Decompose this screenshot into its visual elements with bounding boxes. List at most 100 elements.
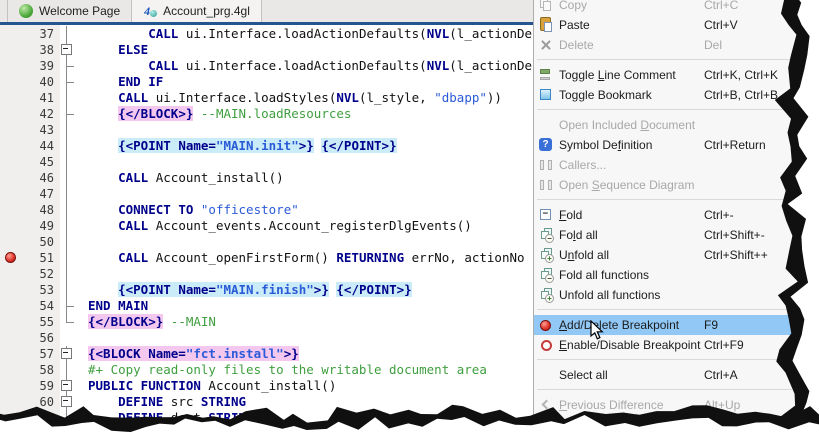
line-number[interactable]: 48	[0, 202, 60, 218]
code-line[interactable]	[88, 186, 533, 202]
code-line[interactable]	[88, 266, 533, 282]
menu-item-add-delete-breakpoint[interactable]: Add/Delete Breakpoint F9	[534, 315, 795, 335]
menu-separator	[534, 195, 795, 205]
menu-item-enable-disable-breakpoint[interactable]: Enable/Disable Breakpoint Ctrl+F9	[534, 335, 795, 355]
line-number[interactable]: 59	[0, 378, 60, 394]
line-number[interactable]: 44	[0, 138, 60, 154]
line-number[interactable]: 51	[0, 250, 60, 266]
line-number[interactable]: 60	[0, 394, 60, 410]
fold-cell	[60, 170, 88, 186]
menu-item-toggle-line-comment[interactable]: Toggle Line Comment Ctrl+K, Ctrl+K	[534, 65, 795, 85]
line-number[interactable]: 56	[0, 330, 60, 346]
fold-cell	[60, 234, 88, 250]
fold-cell	[60, 202, 88, 218]
menu-item-label: Fold all functions	[559, 268, 650, 282]
line-number[interactable]: 61	[0, 410, 60, 426]
code-line[interactable]: PUBLIC FUNCTION Account_install()	[88, 378, 533, 394]
line-number[interactable]: 41	[0, 90, 60, 106]
line-number[interactable]: 43	[0, 122, 60, 138]
fold-toggle-icon[interactable]	[61, 348, 72, 359]
fold-toggle-icon[interactable]	[61, 44, 72, 55]
line-number[interactable]: 39	[0, 58, 60, 74]
fold-cell	[60, 298, 88, 314]
menu-item-label: Add/Delete Breakpoint	[559, 318, 680, 332]
code-line[interactable]: DEFINE dest STRING	[88, 410, 533, 426]
fold-cell	[60, 26, 88, 42]
menu-item-unfold-all-functions[interactable]: + Unfold all functions	[534, 285, 795, 305]
menu-item-label: Open Included Document	[559, 118, 696, 132]
menu-item-copy: Copy Ctrl+C	[534, 0, 795, 15]
line-number[interactable]: 47	[0, 186, 60, 202]
menu-separator	[534, 385, 795, 395]
code-line[interactable]: {<BLOCK Name="fct.install">}	[88, 346, 533, 362]
menu-item-unfold-all[interactable]: + Unfold all Ctrl+Shift++	[534, 245, 795, 265]
breakpoint-dot[interactable]	[5, 252, 16, 263]
menu-item-label: Fold	[559, 208, 583, 222]
bp-outline-icon	[538, 335, 556, 355]
symbol-icon: ?	[538, 135, 556, 155]
code-line[interactable]: {<POINT Name="MAIN.finish">} {</POINT>}	[88, 282, 533, 298]
line-number[interactable]: 52	[0, 266, 60, 282]
code-area[interactable]: CALL ui.Interface.loadActionDefaults(NVL…	[88, 25, 533, 426]
code-line[interactable]: #+ Copy read-only files to the writable …	[88, 362, 533, 378]
line-number[interactable]: 38	[0, 42, 60, 58]
menu-shortcut: Ctrl+A	[704, 368, 738, 382]
code-line[interactable]: CALL ui.Interface.loadStyles(NVL(l_style…	[88, 90, 533, 106]
callers-icon	[538, 155, 556, 175]
code-line[interactable]: {</BLOCK>} --MAIN.loadResources	[88, 106, 533, 122]
fold-toggle-icon[interactable]	[61, 396, 72, 407]
line-number[interactable]: 42	[0, 106, 60, 122]
code-line[interactable]: ELSE	[88, 42, 533, 58]
code-line[interactable]	[88, 234, 533, 250]
line-number[interactable]: 37	[0, 26, 60, 42]
menu-item-fold-all-functions[interactable]: − Fold all functions	[534, 265, 795, 285]
code-line[interactable]	[88, 330, 533, 346]
fold-toggle-icon[interactable]	[61, 380, 72, 391]
menu-item-toggle-bookmark[interactable]: Toggle Bookmark Ctrl+B, Ctrl+B	[534, 85, 795, 105]
menu-item-callers: Callers...	[534, 155, 795, 175]
4gl-file-icon: 4	[143, 4, 158, 18]
code-line[interactable]: CALL ui.Interface.loadActionDefaults(NVL…	[88, 26, 533, 42]
code-line[interactable]: DEFINE src STRING	[88, 394, 533, 410]
fold-cell	[60, 74, 88, 90]
unfold-all-icon: +	[538, 285, 556, 305]
menu-item-fold-all[interactable]: − Fold all Ctrl+Shift+-	[534, 225, 795, 245]
code-line[interactable]: END MAIN	[88, 298, 533, 314]
line-number[interactable]: 57	[0, 346, 60, 362]
tab-welcome-page[interactable]: Welcome Page	[7, 0, 133, 22]
code-editor: Welcome Page 4 Account_prg.4gl 37 38 39 40 4…	[0, 0, 533, 436]
menu-item-select-all[interactable]: Select all Ctrl+A	[534, 365, 795, 385]
menu-item-paste[interactable]: Paste Ctrl+V	[534, 15, 795, 35]
code-line[interactable]	[88, 154, 533, 170]
line-number[interactable]: 53	[0, 282, 60, 298]
menu-item-symbol-definition[interactable]: ? Symbol Definition Ctrl+Return	[534, 135, 795, 155]
line-number[interactable]: 58	[0, 362, 60, 378]
menu-item-label: Symbol Definition	[559, 138, 653, 152]
line-number[interactable]: 45	[0, 154, 60, 170]
line-number[interactable]: 49	[0, 218, 60, 234]
menu-item-fold[interactable]: − Fold Ctrl+-	[534, 205, 795, 225]
menu-item-previous-difference: Previous Difference Alt+Up	[534, 395, 795, 415]
line-number[interactable]: 46	[0, 170, 60, 186]
code-line[interactable]: {</BLOCK>} --MAIN	[88, 314, 533, 330]
tab-account-prg-4gl[interactable]: 4 Account_prg.4gl	[131, 0, 262, 22]
code-line[interactable]	[88, 122, 533, 138]
line-number[interactable]: 55	[0, 314, 60, 330]
code-line[interactable]: {<POINT Name="MAIN.init">} {</POINT>}	[88, 138, 533, 154]
line-number[interactable]: 50	[0, 234, 60, 250]
code-line[interactable]: END IF	[88, 74, 533, 90]
menu-item-delete: Delete Del	[534, 35, 795, 55]
code-line[interactable]: CALL Account_events.Account_registerDlgE…	[88, 218, 533, 234]
menu-item-label: Previous Difference	[559, 398, 664, 412]
code-line[interactable]: CALL ui.Interface.loadActionDefaults(NVL…	[88, 58, 533, 74]
menu-item-label: Select all	[559, 368, 608, 382]
line-number[interactable]: 40	[0, 74, 60, 90]
code-line[interactable]: CONNECT TO "officestore"	[88, 202, 533, 218]
code-line[interactable]: CALL Account_openFirstForm() RETURNING e…	[88, 250, 533, 266]
code-line[interactable]: CALL Account_install()	[88, 170, 533, 186]
fold-cell	[60, 330, 88, 346]
chevron-right-icon	[538, 415, 556, 435]
menu-item-label: Unfold all	[559, 248, 610, 262]
menu-shortcut: Ctrl+Shift+-	[704, 228, 765, 242]
line-number[interactable]: 54	[0, 298, 60, 314]
